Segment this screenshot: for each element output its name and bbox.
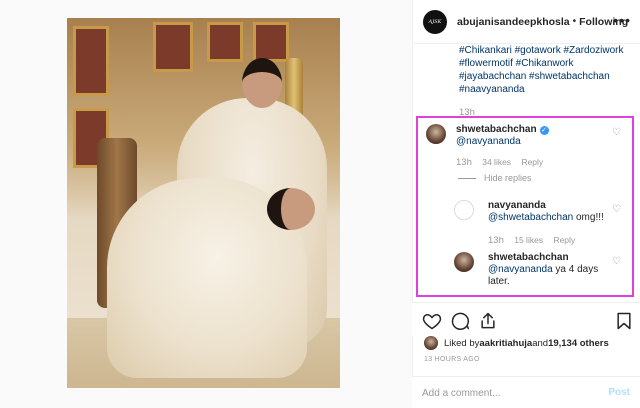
liked-by-avatar[interactable]: [424, 336, 438, 350]
separator-dot: •: [572, 16, 577, 27]
liked-by-user[interactable]: aakritiahuja: [479, 338, 532, 349]
post-header: AJSK abujanisandeepkhosla • Following ••…: [413, 0, 640, 44]
more-options-icon[interactable]: •••: [613, 12, 631, 28]
highlight-box: [416, 116, 634, 297]
likes-count[interactable]: 19,134 others: [548, 338, 609, 349]
caption-hashtags[interactable]: #Chikankari #gotawork #Zardoziwork #flow…: [459, 44, 635, 96]
avatar[interactable]: AJSK: [423, 9, 447, 34]
post-comment-button[interactable]: Post: [608, 387, 630, 398]
share-icon[interactable]: [478, 311, 498, 331]
comment-composer: Post: [412, 376, 640, 408]
post-timestamp[interactable]: 13 HOURS AGO: [424, 356, 480, 363]
action-bar: [412, 302, 640, 336]
add-comment-input[interactable]: [422, 385, 592, 401]
post-username[interactable]: abujanisandeepkhosla: [457, 16, 570, 28]
bookmark-icon[interactable]: [614, 311, 634, 331]
heart-icon[interactable]: [422, 311, 442, 331]
avatar-logo: AJSK: [428, 18, 442, 25]
liked-by: Liked by aakritiahuja and 19,134 others: [424, 335, 634, 351]
photo-area: [0, 0, 412, 408]
post-photo[interactable]: [67, 18, 340, 388]
comment-icon[interactable]: [450, 311, 470, 331]
